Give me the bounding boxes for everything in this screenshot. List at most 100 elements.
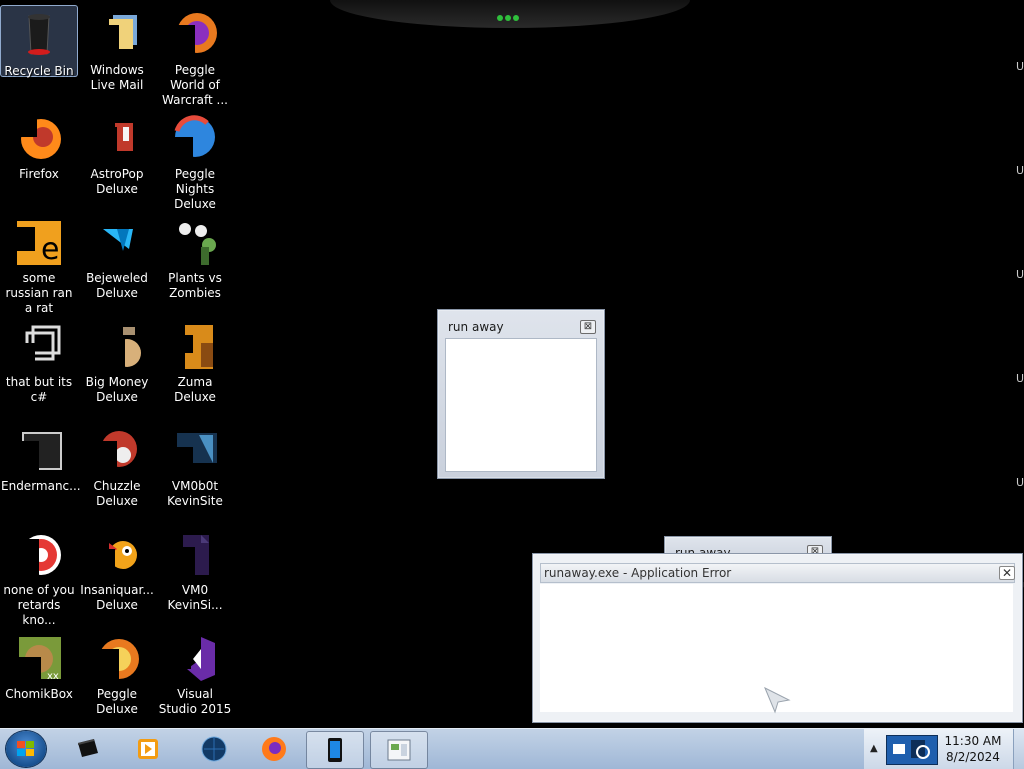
insaniquarium-icon xyxy=(93,531,141,579)
taskbar-button-globe[interactable] xyxy=(186,731,242,767)
globe-icon xyxy=(201,736,227,762)
dialog-titlebar[interactable]: runaway.exe - Application Error ✕ xyxy=(540,563,1015,583)
close-button[interactable]: ⊠ xyxy=(580,320,596,334)
rat-icon: e xyxy=(15,219,63,267)
peggle-nights-icon xyxy=(171,115,219,163)
edge-mark: U xyxy=(1015,476,1024,489)
network-icon[interactable] xyxy=(886,735,938,765)
peggle-icon xyxy=(93,635,141,683)
plants-vs-zombies-icon xyxy=(171,219,219,267)
icon-label: VM0b0t KevinSite xyxy=(167,479,223,508)
icon-label: Visual Studio 2015 xyxy=(158,687,232,716)
window-app-icon xyxy=(387,739,411,761)
desktop-icon-vm0b0t[interactable]: VM0b0t KevinSite xyxy=(156,421,234,517)
shortcut-icon xyxy=(15,323,63,371)
clock[interactable]: 11:30 AM 8/2/2024 xyxy=(944,733,1002,765)
desktop-icon-visual-studio[interactable]: Visual Studio 2015 xyxy=(156,629,234,725)
icon-label: Big Money Deluxe xyxy=(85,375,149,404)
terminal-icon xyxy=(15,427,63,475)
window-content xyxy=(445,338,597,472)
icon-label: Chuzzle Deluxe xyxy=(93,479,141,508)
edge-mark: U xyxy=(1015,372,1024,385)
run-away-window[interactable]: run away ⊠ xyxy=(437,309,605,479)
peggle-wow-icon xyxy=(171,11,219,59)
desktop-icon-endermanc[interactable]: Endermanc... xyxy=(0,421,81,517)
start-button[interactable] xyxy=(6,731,46,767)
icon-label: Peggle Nights Deluxe xyxy=(174,167,216,211)
desktop-icon-pvz[interactable]: Plants vs Zombies xyxy=(156,213,234,309)
icon-label: Firefox xyxy=(19,167,59,181)
desktop-icon-chuzzle[interactable]: Chuzzle Deluxe xyxy=(78,421,156,517)
big-money-icon xyxy=(93,323,141,371)
firefox-icon xyxy=(262,737,286,761)
show-desktop-button[interactable] xyxy=(1013,729,1024,769)
desktop-icon-zuma[interactable]: Zuma Deluxe xyxy=(156,317,234,413)
desktop-icon-rat[interactable]: e some russian ran a rat xyxy=(0,213,78,315)
gadget-indicator xyxy=(496,6,524,21)
desktop-icon-bejeweled[interactable]: Bejeweled Deluxe xyxy=(78,213,156,309)
dialog-title: runaway.exe - Application Error xyxy=(544,566,732,580)
svg-text:xx: xx xyxy=(47,671,59,682)
chrome-icon xyxy=(15,531,63,579)
desktop-icon-recycle-bin[interactable]: Recycle Bin xyxy=(0,5,78,78)
icon-label: Windows Live Mail xyxy=(90,63,144,92)
desktop-icon-insaniquarium[interactable]: Insaniquar... Deluxe xyxy=(78,525,156,621)
clock-time: 11:30 AM xyxy=(944,734,1002,748)
icon-label: none of you retards kno... xyxy=(3,583,75,627)
desktop-icon-peggle-wow[interactable]: Peggle World of Warcraft ... xyxy=(156,5,234,107)
icon-label: VM0 KevinSi... xyxy=(167,583,223,612)
icon-label: that but its c# xyxy=(5,375,73,404)
edge-mark: U xyxy=(1015,268,1024,281)
folder-icon xyxy=(171,427,219,475)
file-icon xyxy=(171,531,219,579)
desktop-icon-chomikbox[interactable]: xx ChomikBox xyxy=(0,629,78,725)
icon-label: Peggle World of Warcraft ... xyxy=(162,63,228,107)
recycle-bin-icon xyxy=(15,12,63,60)
edge-mark: U xyxy=(1015,164,1024,177)
taskbar-button-firefox[interactable] xyxy=(246,731,302,767)
desktop-icon-peggle-nights[interactable]: Peggle Nights Deluxe xyxy=(156,109,234,211)
clock-date: 8/2/2024 xyxy=(946,750,1000,764)
chuzzle-icon xyxy=(93,427,141,475)
icon-label: Endermanc... xyxy=(1,479,81,493)
bejeweled-icon xyxy=(93,219,141,267)
media-player-icon xyxy=(138,739,158,759)
windows-logo-icon xyxy=(17,741,35,757)
phone-app-icon xyxy=(328,738,342,762)
icon-label: Recycle Bin xyxy=(4,64,74,78)
visual-studio-icon xyxy=(171,635,219,683)
icon-label: Zuma Deluxe xyxy=(174,375,216,404)
taskbar: ▲ 11:30 AM 8/2/2024 xyxy=(0,728,1024,769)
icon-label: some russian ran a rat xyxy=(5,271,73,315)
desktop-icon-shortcut[interactable]: that but its c# xyxy=(0,317,78,413)
icon-label: Plants vs Zombies xyxy=(168,271,222,300)
desktop-icon-chrome[interactable]: none of you retards kno... xyxy=(0,525,78,627)
taskbar-button-media-center[interactable] xyxy=(60,731,116,767)
taskbar-button-window-app[interactable] xyxy=(370,731,428,769)
show-hidden-icons-button[interactable]: ▲ xyxy=(870,743,878,754)
icon-label: ChomikBox xyxy=(5,687,73,701)
desktop-icon-vm0[interactable]: VM0 KevinSi... xyxy=(156,525,234,621)
chomikbox-icon: xx xyxy=(15,635,63,683)
taskbar-button-phone-app[interactable] xyxy=(306,731,364,769)
desktop-icon-windows-live-mail[interactable]: Windows Live Mail xyxy=(78,5,156,101)
svg-text:e: e xyxy=(41,232,59,267)
windows-live-mail-icon xyxy=(93,11,141,59)
desktop-icon-peggle[interactable]: Peggle Deluxe xyxy=(78,629,156,725)
firefox-icon xyxy=(15,115,63,163)
astropop-icon xyxy=(93,115,141,163)
close-button[interactable]: ✕ xyxy=(999,566,1015,580)
zuma-icon xyxy=(171,323,219,371)
system-tray: ▲ 11:30 AM 8/2/2024 xyxy=(864,729,1024,769)
edge-mark: U xyxy=(1015,60,1024,73)
desktop-icon-astropop[interactable]: AstroPop Deluxe xyxy=(78,109,156,205)
media-center-icon xyxy=(78,739,98,757)
icon-label: Bejeweled Deluxe xyxy=(86,271,148,300)
desktop-icon-big-money[interactable]: Big Money Deluxe xyxy=(78,317,156,413)
icon-label: Peggle Deluxe xyxy=(96,687,138,716)
icon-label: AstroPop Deluxe xyxy=(90,167,144,196)
desktop-icon-firefox[interactable]: Firefox xyxy=(0,109,78,205)
taskbar-button-media-player[interactable] xyxy=(120,731,176,767)
icon-label: Insaniquar... Deluxe xyxy=(80,583,154,612)
desktop-gadget xyxy=(330,0,690,28)
